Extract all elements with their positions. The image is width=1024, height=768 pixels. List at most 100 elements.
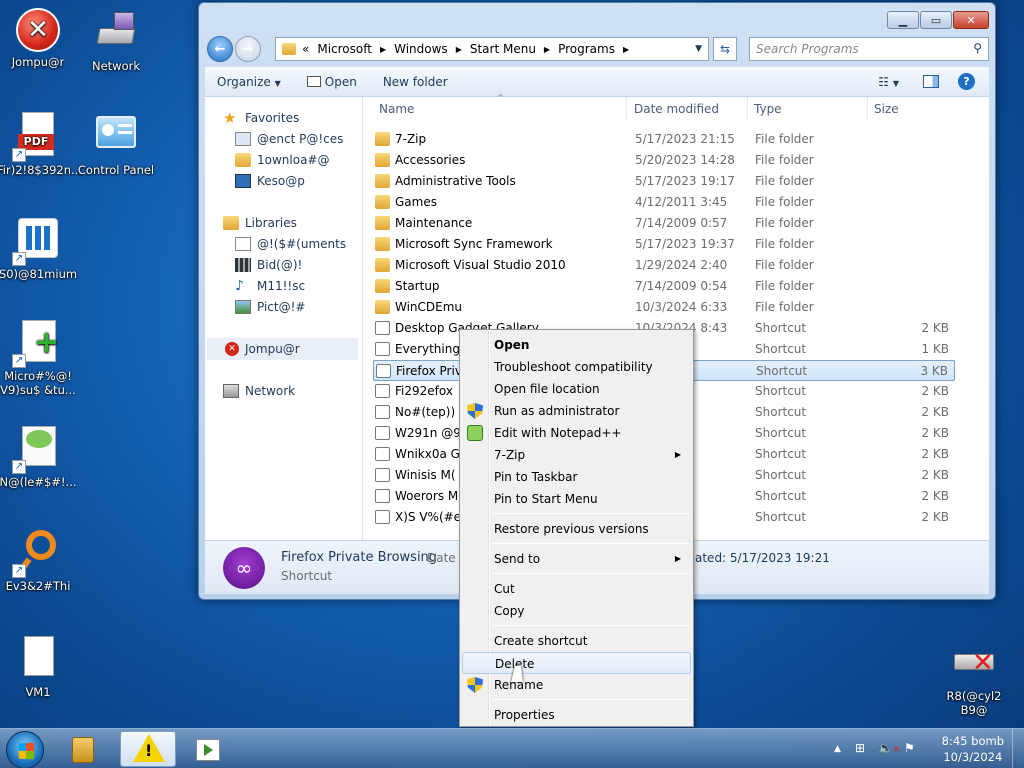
maximize-button[interactable]: ▭ [920, 11, 952, 29]
menu-item-7zip[interactable]: 7-Zip ▶ [462, 444, 691, 466]
file-type: File folder [755, 195, 814, 209]
chevron-right-icon[interactable]: ▶ [456, 45, 462, 54]
file-size: 2 KB [921, 384, 949, 398]
breadcrumb-programs[interactable]: Programs [558, 42, 615, 56]
desktop-icon-installer[interactable]: + ↗ Micro#%@! V9)su$ &tu... [0, 318, 79, 397]
search-input[interactable]: Search Programs ⚲ [749, 37, 989, 61]
nav-computer[interactable]: ✕ Jompu@r [225, 342, 300, 356]
menu-item-open-location[interactable]: Open file location [462, 378, 691, 400]
start-button[interactable] [6, 731, 44, 768]
clock[interactable]: 8:45 bomb 10/3/2024 [942, 733, 1004, 765]
nav-label: Network [245, 384, 296, 398]
column-header-date[interactable]: Date modified [628, 97, 748, 121]
menu-item-restore-versions[interactable]: Restore previous versions [462, 518, 691, 540]
nav-videos[interactable]: Bid(@)! [235, 258, 302, 272]
table-row[interactable]: Microsoft Sync Framework 5/17/2023 19:37 F… [373, 234, 955, 255]
desktop-icon-network[interactable]: Network [75, 8, 157, 73]
menu-item-create-shortcut[interactable]: Create shortcut [462, 630, 691, 652]
desktop-icon-pdf[interactable]: PDF ↗ Fir)2!8$392n... [0, 112, 82, 177]
nav-pictures[interactable]: Pict@!# [235, 300, 305, 314]
menu-item-send-to[interactable]: Send to ▶ [462, 548, 691, 570]
breadcrumb-windows[interactable]: Windows [394, 42, 448, 56]
command-bar: Organize ▼ Open New folder ☷ ▼ ? [205, 67, 989, 97]
menu-item-rename[interactable]: Rename [462, 674, 691, 696]
help-icon[interactable]: ? [958, 73, 975, 90]
notepadpp-icon [467, 425, 483, 441]
breadcrumb-microsoft[interactable]: Microsoft [317, 42, 372, 56]
menu-item-label: Restore previous versions [494, 522, 649, 536]
desktop-icon-computer[interactable]: ✕ Jompu@r [0, 8, 79, 69]
preview-pane-icon[interactable] [923, 75, 939, 88]
nav-label: Jompu@r [245, 342, 300, 356]
menu-item-troubleshoot[interactable]: Troubleshoot compatibility [462, 356, 691, 378]
search-magnifier-icon: ↗ [12, 528, 62, 578]
computer-error-icon: ✕ [16, 8, 60, 52]
nav-recent-places[interactable]: @enct P@!ces [235, 132, 343, 146]
desktop-icon-notepadpp[interactable]: ↗ N@(le#$#!... [0, 424, 79, 489]
computer-error-icon: ✕ [225, 342, 239, 356]
folder-icon [375, 174, 390, 188]
chevron-right-icon[interactable]: ▶ [623, 45, 629, 54]
menu-item-pin-start[interactable]: Pin to Start Menu [462, 488, 691, 510]
organize-button[interactable]: Organize ▼ [217, 75, 281, 89]
back-button[interactable]: ← [207, 36, 233, 62]
table-row[interactable]: Maintenance 7/14/2009 0:57 File folder [373, 213, 955, 234]
desktop-icon-app[interactable]: ↗ S0)@81mium [0, 216, 79, 281]
view-options-icon[interactable]: ☷ ▼ [878, 75, 899, 89]
nav-downloads[interactable]: 1ownloa#@ [235, 153, 329, 167]
breadcrumb-start-menu[interactable]: Start Menu [470, 42, 536, 56]
table-row[interactable]: WinCDEmu 10/3/2024 6:33 File folder [373, 297, 955, 318]
menu-item-delete[interactable]: Delete [462, 652, 691, 674]
menu-item-run-as-admin[interactable]: Run as administrator [462, 400, 691, 422]
menu-item-pin-taskbar[interactable]: Pin to Taskbar [462, 466, 691, 488]
chevron-right-icon[interactable]: ▶ [380, 45, 386, 54]
taskbar-media-app[interactable] [182, 731, 238, 767]
nav-desktop[interactable]: Keso@p [235, 174, 305, 188]
forward-button[interactable]: → [235, 36, 261, 62]
column-header-size[interactable]: Size [868, 97, 948, 121]
show-hidden-icons-icon[interactable]: ▲ [834, 744, 841, 754]
desktop-icon-vm1[interactable]: VM1 [0, 634, 79, 699]
refresh-button[interactable]: ⇆ [713, 37, 737, 61]
taskbar-lock-app[interactable] [56, 731, 112, 767]
nav-libraries[interactable]: Libraries [223, 216, 297, 230]
open-label: Open [324, 74, 357, 89]
table-row[interactable]: Administrative Tools 5/17/2023 19:17 File … [373, 171, 955, 192]
menu-item-open[interactable]: Open [462, 334, 691, 356]
nav-music[interactable]: ♪ M11!!sc [235, 279, 305, 293]
file-type: File folder [755, 237, 814, 251]
table-row[interactable]: 7-Zip 5/17/2023 21:15 File folder [373, 129, 955, 150]
nav-network[interactable]: Network [223, 384, 295, 398]
desktop-icon-everything[interactable]: ↗ Ev3&2#Thi [0, 528, 79, 593]
table-row[interactable]: Games 4/12/2011 3:45 File folder [373, 192, 955, 213]
breadcrumb-overflow[interactable]: « [302, 42, 309, 56]
table-row[interactable]: Accessories 5/20/2023 14:28 File folder [373, 150, 955, 171]
open-button[interactable]: Open [306, 74, 357, 89]
taskbar-warning-app[interactable]: ! [120, 731, 176, 767]
chevron-right-icon[interactable]: ▶ [544, 45, 550, 54]
new-folder-button[interactable]: New folder [383, 75, 448, 89]
minimize-button[interactable]: ▁ [887, 11, 919, 29]
file-type: File folder [755, 174, 814, 188]
menu-item-properties[interactable]: Properties [462, 704, 691, 726]
menu-item-edit-notepadpp[interactable]: Edit with Notepad++ [462, 422, 691, 444]
column-header-type[interactable]: Type [748, 97, 868, 121]
menu-item-copy[interactable]: Copy [462, 600, 691, 622]
nav-favorites[interactable]: ★ Favorites [223, 111, 299, 126]
network-icon [92, 8, 140, 56]
desktop-icon-recycle[interactable]: ✕ R8(@cyl2 B9@ [933, 638, 1015, 717]
network-tray-icon[interactable]: ⊞ [855, 741, 865, 755]
action-center-flag-icon[interactable]: ⚑ [904, 741, 915, 755]
address-bar[interactable]: « Microsoft ▶ Windows ▶ Start Menu ▶ Pro… [275, 37, 709, 61]
desktop-icon-control-panel[interactable]: Control Panel [75, 112, 157, 177]
picture-icon [235, 300, 251, 314]
close-button[interactable]: ✕ [953, 11, 989, 29]
volume-muted-icon[interactable]: 🔈✕ [878, 741, 901, 755]
nav-documents[interactable]: @!($#(uments [235, 237, 346, 251]
show-desktop-button[interactable] [1012, 729, 1024, 768]
menu-item-cut[interactable]: Cut [462, 578, 691, 600]
table-row[interactable]: Microsoft Visual Studio 2010 1/29/2024 2:… [373, 255, 955, 276]
table-row[interactable]: Startup 7/14/2009 0:54 File folder [373, 276, 955, 297]
address-dropdown-icon[interactable]: ▼ [695, 44, 702, 54]
file-size: 3 KB [920, 364, 948, 378]
